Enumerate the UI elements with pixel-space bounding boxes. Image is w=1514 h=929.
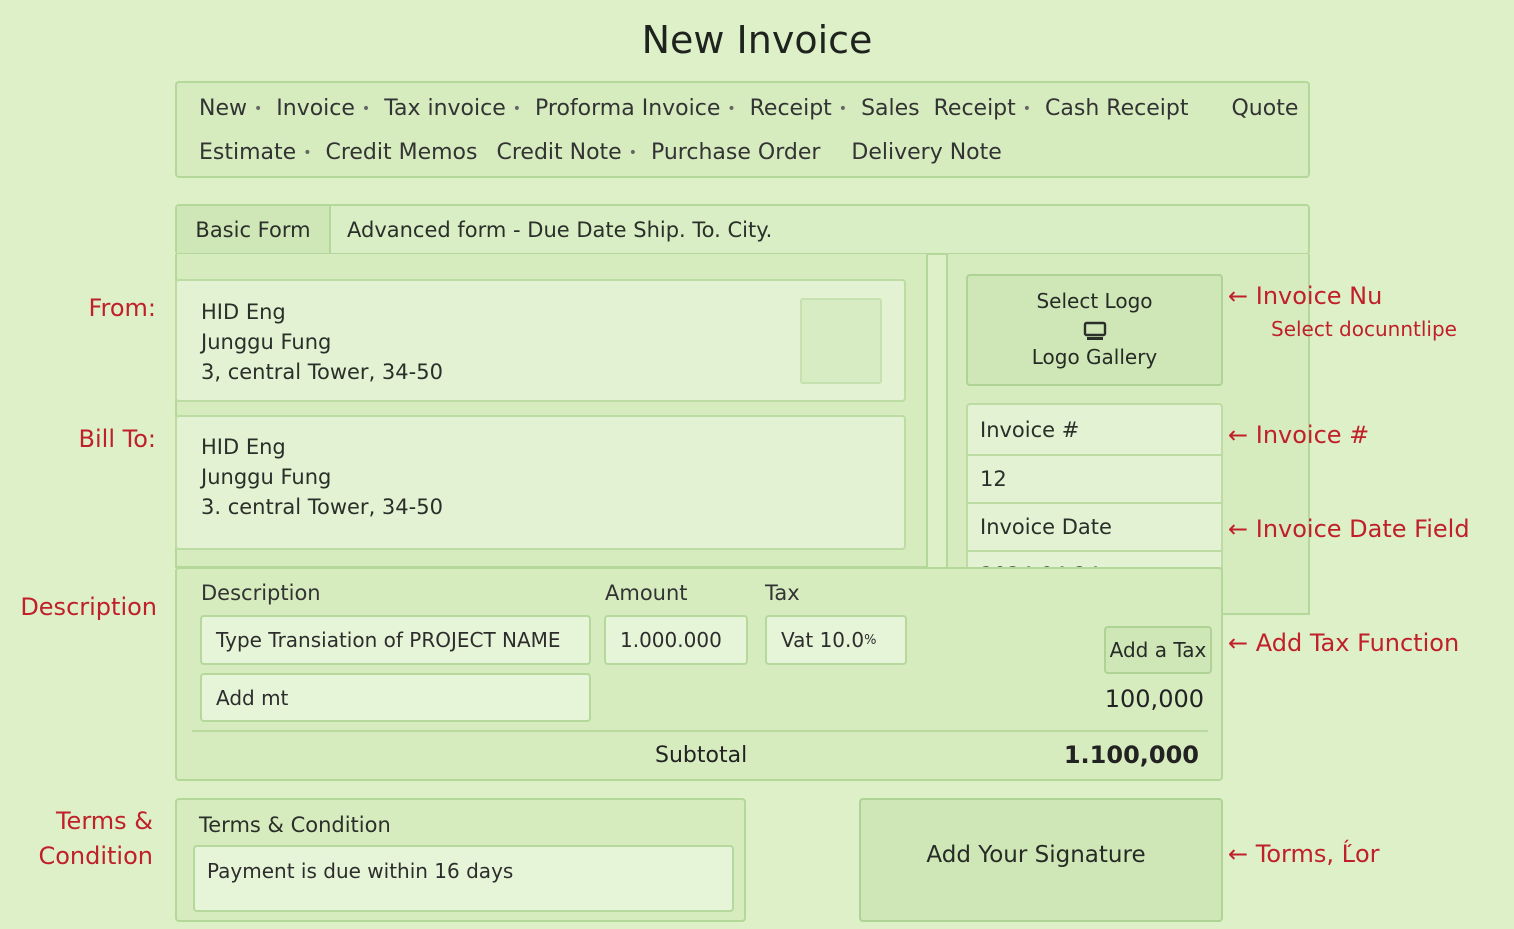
doc-type-quote[interactable]: Quote [1231, 96, 1298, 121]
add-signature-label: Add Your Signature [926, 842, 1146, 868]
doc-type-proforma-invoice[interactable]: Proforma Invoice [535, 96, 720, 121]
annotation-logo: ← Invoice Nu [1228, 282, 1382, 310]
tab-basic-form[interactable]: Basic Form [177, 206, 331, 253]
annotation-invoice-date: ← Invoice Date Field [1228, 515, 1470, 543]
terms-input[interactable]: Payment is due within 16 days [193, 845, 734, 912]
doc-type-invoice[interactable]: Invoice [276, 96, 355, 121]
terms-label-line-1: Terms & [55, 807, 153, 835]
column-tax-header: Tax [765, 581, 800, 605]
from-address-field[interactable]: HID Eng Junggu Fung 3, central Tower, 34… [175, 279, 906, 402]
arrow-left-icon: ← [1228, 282, 1249, 310]
doc-type-sales-receipt[interactable]: Sales Receipt [861, 96, 1016, 121]
bill-to-line-3: 3. central Tower, 34-50 [201, 495, 443, 519]
from-address-text: HID Eng Junggu Fung 3, central Tower, 34… [201, 297, 443, 387]
doc-type-purchase-order[interactable]: Purchase Order [651, 140, 820, 165]
logo-gallery-label: Logo Gallery [1031, 345, 1158, 369]
annotation-logo-line-1: Invoice Nu [1255, 282, 1383, 310]
tab-advanced-form[interactable]: Advanced form - Due Date Ship. To. City. [347, 206, 772, 253]
doc-type-estimate[interactable]: Estimate [199, 140, 296, 165]
monitor-icon [1083, 321, 1107, 341]
doc-type-receipt[interactable]: Receipt [750, 96, 832, 121]
annotation-logo-sub: Select docunntlipe [1271, 317, 1457, 341]
arrow-left-icon: ← [1228, 629, 1249, 657]
bill-to-line-2: Junggu Fung [201, 465, 332, 489]
bill-to-label: Bill To: [78, 425, 156, 453]
arrow-left-icon: ← [1228, 515, 1249, 543]
bill-to-line-1: HID Eng [201, 435, 286, 459]
add-item-input[interactable]: Add mt [200, 673, 591, 722]
tax-total: 100,000 [1104, 685, 1204, 713]
document-type-panel: New • Invoice • Tax invoice • Proforma Invo… [175, 81, 1310, 178]
annotation-add-tax-text: Add Tax Function [1255, 629, 1460, 657]
doc-type-new[interactable]: New [199, 96, 247, 121]
doc-type-credit-memos[interactable]: Credit Memos [325, 140, 477, 165]
terms-text: Payment is due within 16 days [207, 859, 514, 883]
from-line-2: Junggu Fung [201, 330, 332, 354]
subtotal-divider [192, 730, 1208, 732]
arrow-left-icon: ← [1228, 840, 1249, 868]
invoice-number-field[interactable]: 12 [968, 456, 1221, 504]
annotation-signature-text: Torms, Ĺ́or [1255, 840, 1380, 868]
description-label: Description [20, 593, 157, 621]
column-amount-header: Amount [605, 581, 688, 605]
tab-advanced-form-label: Advanced form - Due Date Ship. To. City. [347, 217, 773, 242]
add-tax-button[interactable]: Add a Tax [1104, 626, 1212, 674]
doc-type-tax-invoice[interactable]: Tax invoice [384, 96, 506, 121]
item-description-input[interactable]: Type Transiation of PROJECT NAME [200, 615, 591, 665]
terms-panel: Terms & Condition Payment is due within … [175, 798, 746, 922]
annotation-invoice-number: ← Invoice # [1228, 421, 1369, 449]
item-tax-unit: % [864, 632, 877, 648]
document-type-row-2: Estimate • Credit Memos Credit Note • Purc… [199, 140, 1002, 165]
from-line-1: HID Eng [201, 300, 286, 324]
add-signature-button[interactable]: Add Your Signature [859, 798, 1223, 922]
annotation-invoice-number-text: Invoice # [1255, 421, 1370, 449]
item-amount-input[interactable]: 1.000.000 [604, 615, 748, 665]
from-line-3: 3, central Tower, 34-50 [201, 360, 443, 384]
annotation-signature: ← Torms, Ĺ́or [1228, 840, 1380, 868]
terms-heading: Terms & Condition [199, 813, 391, 837]
column-description-header: Description [201, 581, 321, 605]
annotation-invoice-date-text: Invoice Date Field [1255, 515, 1470, 543]
form-tabs: Basic Form Advanced form - Due Date Ship… [175, 204, 1310, 255]
subtotal-label: Subtotal [655, 743, 748, 768]
item-tax-value: Vat 10.0 [781, 628, 865, 652]
select-logo-label: Select Logo [1036, 289, 1153, 313]
document-type-row-1: New • Invoice • Tax invoice • Proforma Invo… [199, 96, 1299, 121]
invoice-number-label: Invoice # [968, 405, 1221, 456]
doc-type-cash-receipt[interactable]: Cash Receipt [1045, 96, 1188, 121]
arrow-left-icon: ← [1228, 421, 1249, 449]
logo-placeholder [800, 298, 882, 384]
invoice-date-label: Invoice Date [968, 504, 1221, 552]
bill-to-address-text: HID Eng Junggu Fung 3. central Tower, 34… [201, 432, 443, 522]
line-items-panel: Description Amount Tax Type Transiation … [175, 567, 1223, 781]
from-label: From: [88, 294, 156, 322]
tab-basic-form-label: Basic Form [195, 217, 311, 242]
select-logo-button[interactable]: Select Logo Logo Gallery [966, 274, 1223, 386]
item-tax-input[interactable]: Vat 10.0% [765, 615, 907, 665]
annotation-add-tax: ← Add Tax Function [1228, 629, 1459, 657]
terms-label-line-2: Condition [38, 842, 153, 870]
doc-type-credit-note[interactable]: Credit Note [496, 140, 621, 165]
page-title: New Invoice [641, 18, 873, 62]
bill-to-address-field[interactable]: HID Eng Junggu Fung 3. central Tower, 34… [175, 415, 906, 550]
doc-type-delivery-note[interactable]: Delivery Note [851, 140, 1001, 165]
terms-label: Terms & Condition [10, 804, 153, 874]
subtotal-value: 1.100,000 [1063, 741, 1199, 769]
